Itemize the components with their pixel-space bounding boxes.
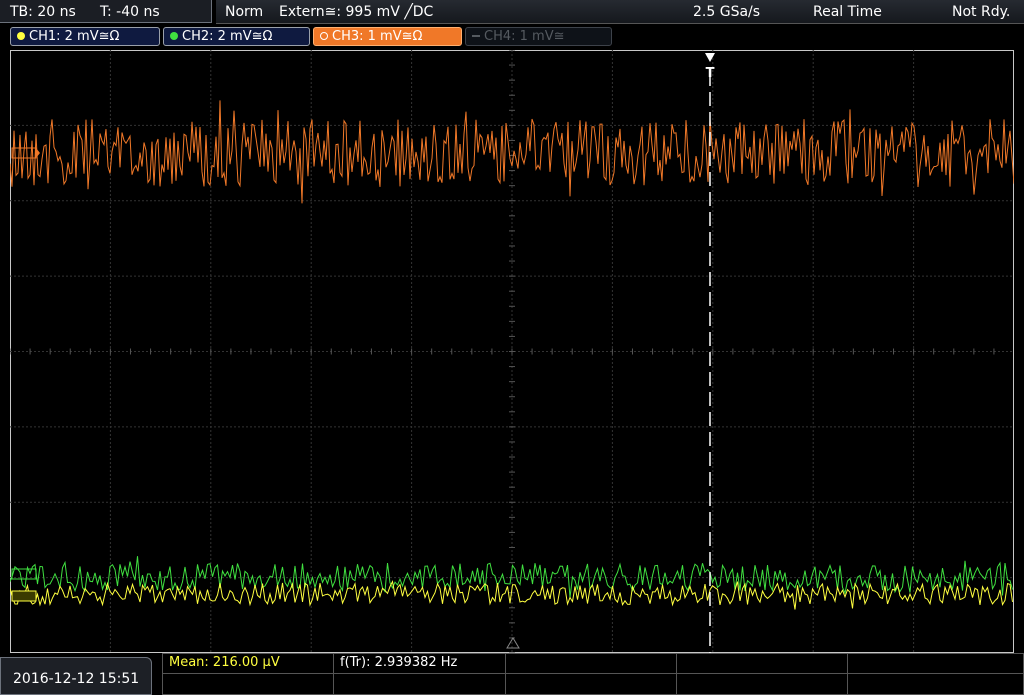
trigger-marker-icon[interactable]: [705, 53, 715, 62]
measurement-cell-empty-2[interactable]: [677, 653, 848, 673]
acquisition-status-strip[interactable]: Norm Extern≅: 995 mV ╱DC 2.5 GSa/s Real …: [216, 0, 1024, 24]
measurement-cell-row2-2: [334, 674, 506, 694]
ch1-indicator-icon: [17, 32, 25, 40]
waveform-canvas[interactable]: T: [10, 50, 1014, 653]
channel-tab-ch3[interactable]: CH3: 1 mV≅Ω: [313, 27, 462, 46]
ch3-indicator-icon: [320, 32, 328, 40]
measurement-cell-empty-3[interactable]: [848, 653, 1024, 673]
timebase-box[interactable]: TB: 20 ns T: -40 ns: [0, 0, 212, 23]
ch3-ground-marker[interactable]: [11, 147, 40, 159]
trigger-marker-label: T: [706, 66, 715, 81]
ch4-off-icon: [472, 35, 480, 37]
horizontal-position-marker-icon[interactable]: [506, 637, 520, 649]
graticule: [10, 50, 1014, 653]
measurement-cell-row2-5: [848, 674, 1024, 694]
trigger-frequency-measurement: f(Tr): 2.939382 Hz: [340, 655, 458, 670]
ch2-indicator-icon: [170, 32, 178, 40]
measurement-cell-empty-1[interactable]: [506, 653, 677, 673]
trigger-source: Extern≅: 995 mV ╱DC: [279, 4, 434, 20]
channel-tab-ch2[interactable]: CH2: 2 mV≅Ω: [163, 27, 310, 46]
ch1-label: CH1: 2 mV≅Ω: [29, 29, 120, 44]
channel-tab-ch4[interactable]: CH4: 1 mV≅: [465, 27, 612, 46]
measurement-cell-row2-3: [506, 674, 677, 694]
measurement-cell-row2-1: [162, 674, 334, 694]
top-status-bar: TB: 20 ns T: -40 ns Norm Extern≅: 995 mV…: [0, 0, 1024, 24]
channel-tab-ch1[interactable]: CH1: 2 mV≅Ω: [10, 27, 160, 46]
acquisition-mode: Real Time: [813, 4, 882, 20]
mean-measurement: Mean: 216.00 µV: [169, 655, 280, 670]
datetime-box: 2016-12-12 15:51: [0, 657, 152, 695]
measurement-table[interactable]: Mean: 216.00 µV f(Tr): 2.939382 Hz: [162, 653, 1024, 695]
ch2-label: CH2: 2 mV≅Ω: [182, 29, 273, 44]
ch3-label: CH3: 1 mV≅Ω: [332, 29, 423, 44]
ch4-label: CH4: 1 mV≅: [484, 29, 565, 44]
sample-rate: 2.5 GSa/s: [693, 4, 761, 20]
measurement-cell-row2-4: [677, 674, 848, 694]
trigger-offset-label: T: -40 ns: [100, 4, 160, 20]
trigger-mode: Norm: [225, 4, 264, 20]
ch1-ground-marker[interactable]: [11, 590, 37, 602]
datetime-label: 2016-12-12 15:51: [13, 671, 140, 687]
timebase-label: TB: 20 ns: [10, 4, 76, 20]
trigger-state: Not Rdy.: [952, 4, 1011, 20]
